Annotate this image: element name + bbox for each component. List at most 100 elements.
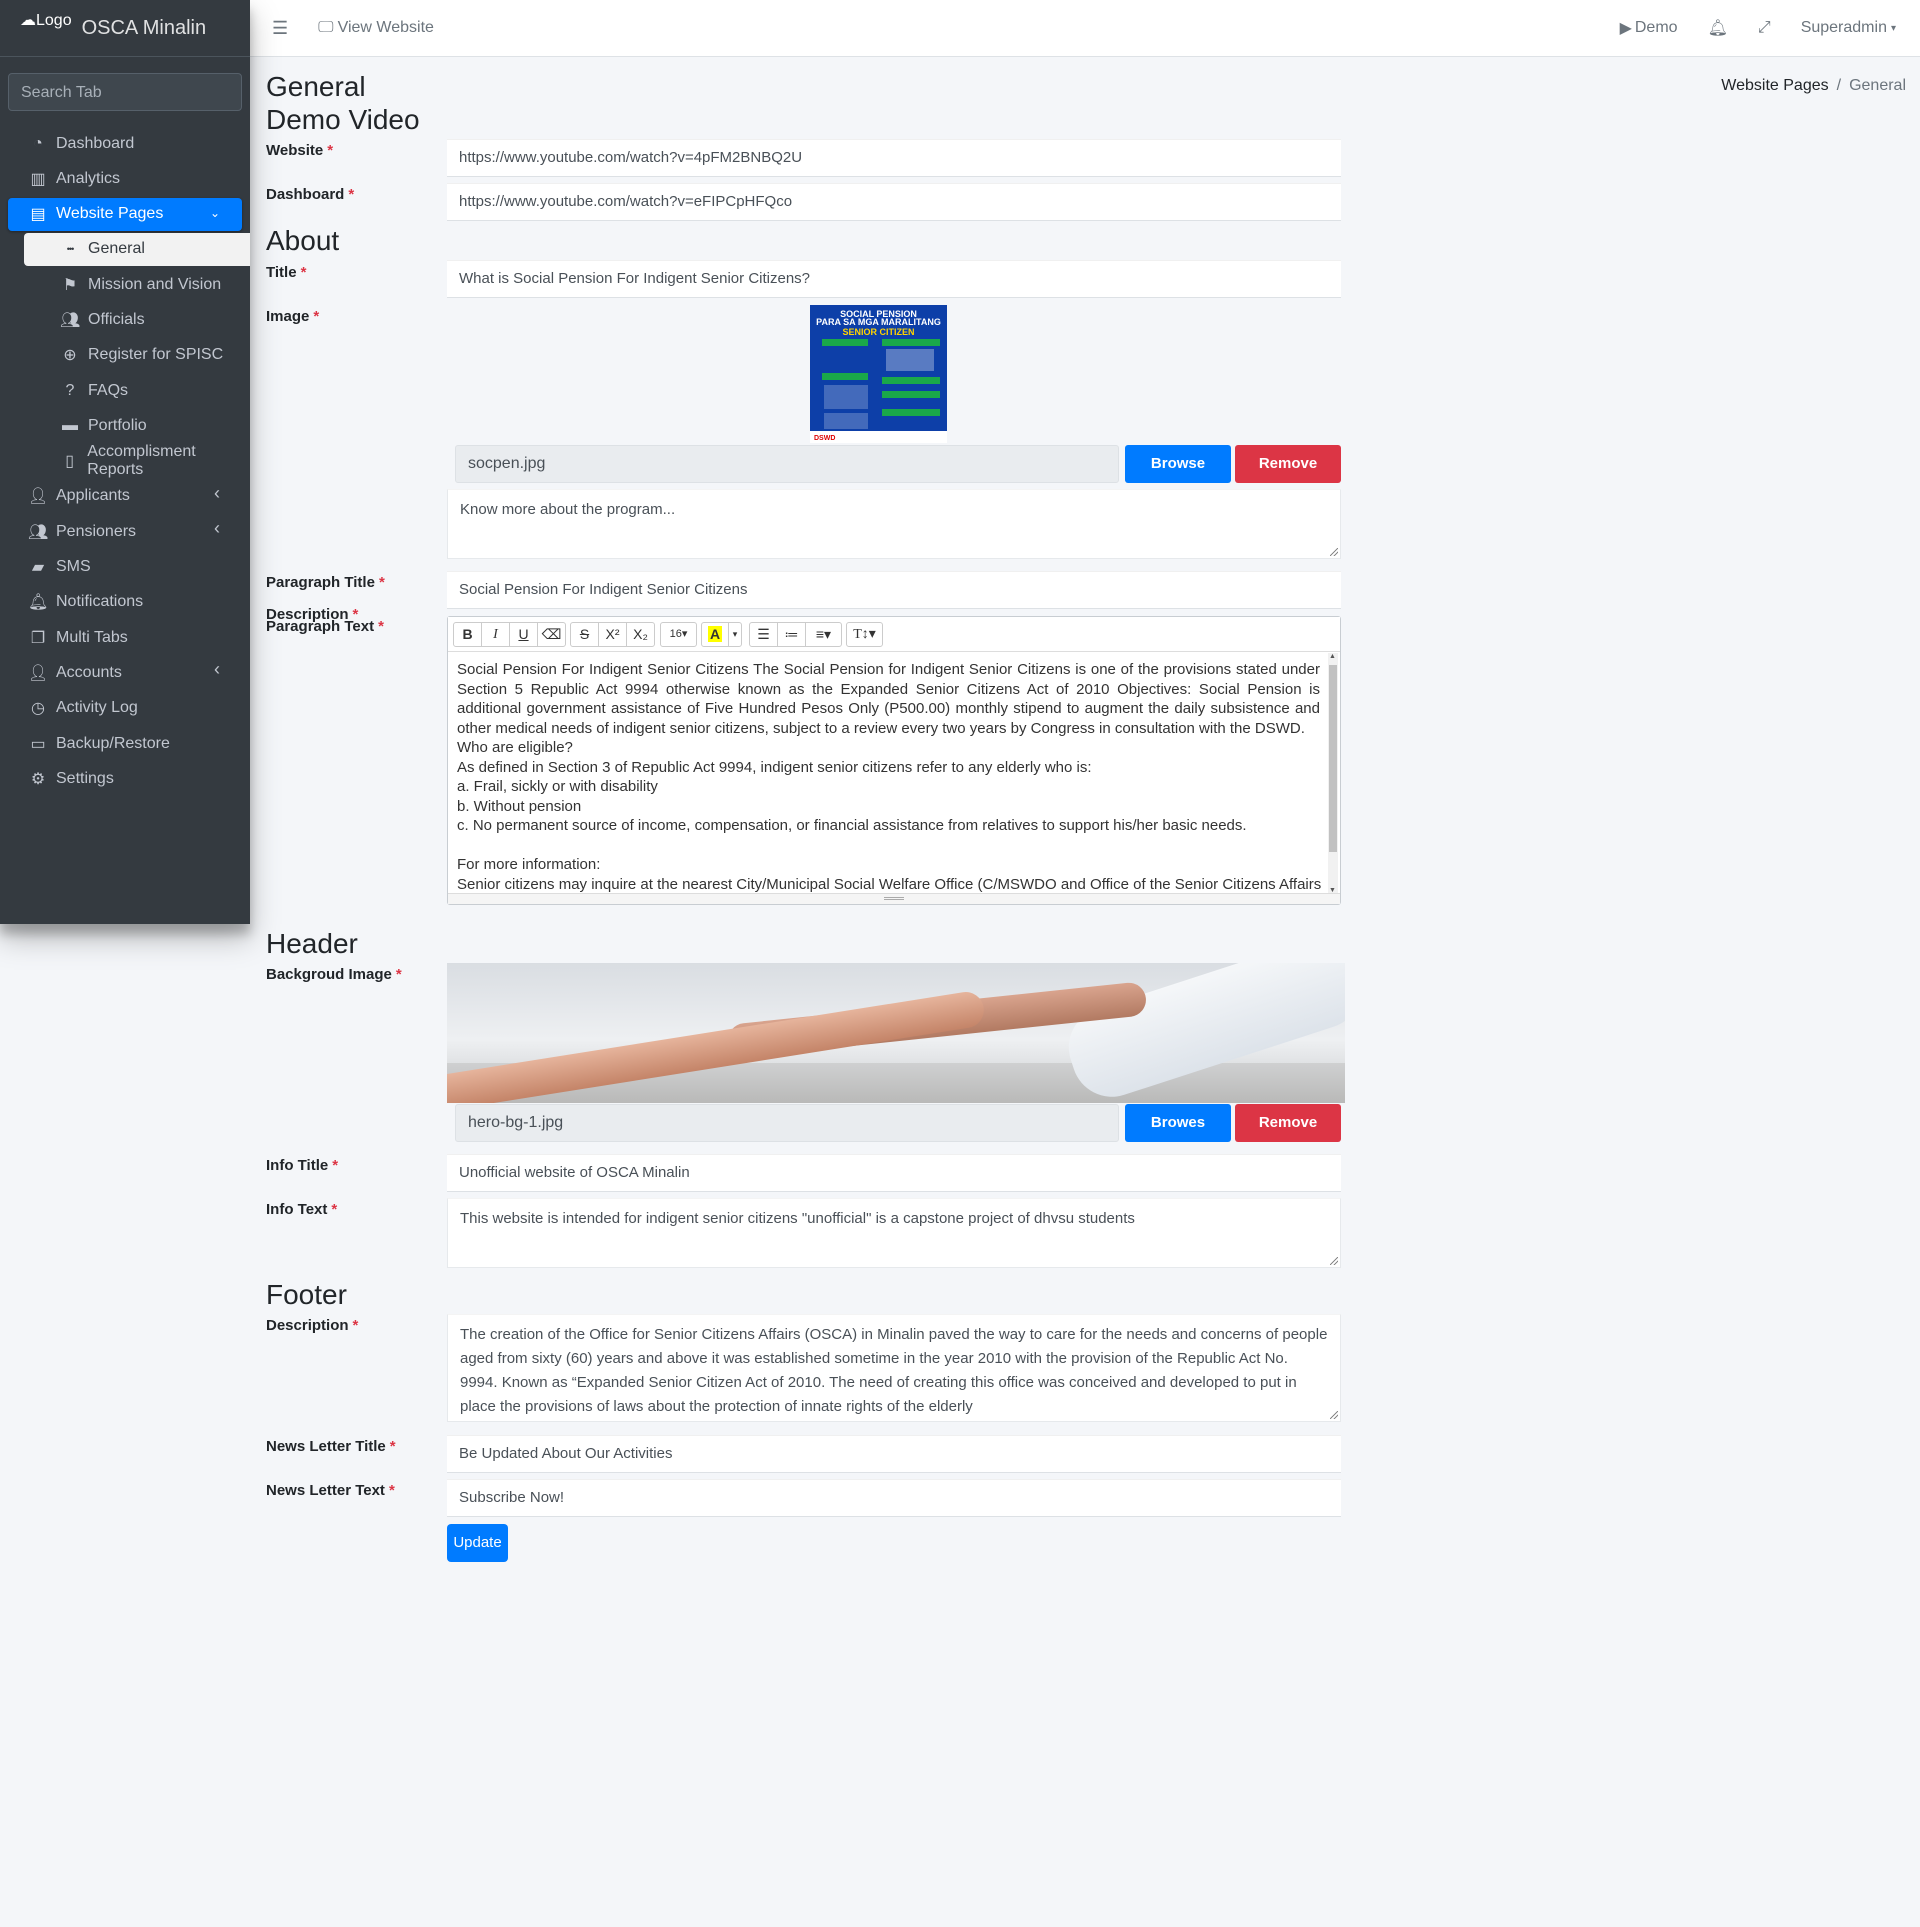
breadcrumb-item-website-pages[interactable]: Website Pages [1721, 77, 1828, 94]
chevron-left-icon: ‹ [214, 482, 220, 503]
desktop-icon: 🖵 [318, 19, 334, 36]
sidebar-item-label: SMS [56, 558, 91, 576]
sidebar-item-mission-and-vision[interactable]: ⚑ Mission and Vision [24, 268, 250, 301]
sidebar-item-pensioners[interactable]: 👥︎ Pensioners ‹ [8, 515, 242, 548]
info-title-input[interactable]: Unofficial website of OSCA Minalin [447, 1154, 1341, 1192]
question-circle-icon: ? [65, 381, 75, 399]
sidebar-item-label: Analytics [56, 169, 121, 187]
unordered-list-icon[interactable]: ☰ [749, 622, 778, 647]
sidebar-item-dashboard[interactable]: ◔ Dashboard [8, 127, 242, 160]
sidebar-item-website-pages[interactable]: ▤ Website Pages ⌄ [8, 197, 242, 231]
sidebar-search-input[interactable]: Search Tab [8, 73, 242, 111]
newsletter-text-input[interactable]: Subscribe Now! [447, 1479, 1341, 1517]
header-browse-button[interactable]: Browes [1125, 1104, 1231, 1142]
paragraph-title-label: Paragraph Title * [266, 574, 385, 591]
sidebar-item-label: Accomplisment Reports [87, 443, 196, 479]
sidebar-item-sms[interactable]: ▰ SMS [8, 551, 242, 584]
italic-icon[interactable]: I [481, 622, 510, 647]
info-text-textarea[interactable]: This website is intended for indigent se… [447, 1198, 1341, 1268]
sidebar-item-label: Website Pages [56, 205, 164, 223]
eraser-icon[interactable]: ⌫ [537, 622, 566, 647]
paragraph-line-7 [457, 836, 1320, 856]
color-caret-icon[interactable]: ▾ [728, 622, 742, 647]
bell-icon[interactable]: 🔔︎ [1708, 18, 1728, 38]
sidebar-item-portfolio[interactable]: ▬ Portfolio [24, 409, 250, 442]
website-video-input[interactable]: https://www.youtube.com/watch?v=4pFM2BNB… [447, 139, 1341, 177]
paragraph-title-input[interactable]: Social Pension For Indigent Senior Citiz… [447, 571, 1341, 609]
line-height-icon[interactable]: T↕▾ [846, 622, 883, 647]
font-size-dropdown[interactable]: 16▾ [660, 622, 697, 647]
sidebar-nav: ◔ Dashboard ▥ Analytics ▤ Website Pages ⌄ ••• Ge… [0, 119, 250, 795]
strikethrough-icon[interactable]: S [570, 622, 599, 647]
info-text-label: Info Text * [266, 1201, 338, 1218]
newsletter-title-input[interactable]: Be Updated About Our Activities [447, 1435, 1341, 1473]
sidebar-item-notifications[interactable]: 🔔︎ Notifications [8, 586, 242, 619]
chevron-left-icon: ‹ [214, 659, 220, 680]
paragraph-line-2: Who are eligible? [457, 739, 573, 756]
editor-resize-handle[interactable] [448, 893, 1340, 904]
ellipsis-icon: ••• [66, 244, 74, 255]
bell-icon: 🔔︎ [28, 594, 49, 612]
demo-link[interactable]: ▶ Demo [1620, 18, 1678, 38]
sidebar-item-label: Backup/Restore [56, 734, 170, 752]
view-website-link[interactable]: 🖵 View Website [318, 19, 434, 37]
dashboard-label: Dashboard * [266, 186, 355, 203]
sidebar-item-register-for-spisc[interactable]: ⊕ Register for SPISC [24, 339, 250, 372]
header-remove-button[interactable]: Remove [1235, 1104, 1341, 1142]
about-description-textarea[interactable]: Know more about the program... [447, 489, 1341, 559]
text-color-icon[interactable]: A [701, 622, 729, 647]
paragraph-align-icon[interactable]: ≡▾ [805, 622, 842, 647]
paragraph-text-editor[interactable]: B I U ⌫ S X² X₂ 16▾ A ▾ ☰ ≔ ≡▾ T↕▾ Socia… [447, 616, 1341, 905]
sidebar-item-label: Activity Log [56, 699, 138, 717]
sidebar-item-settings[interactable]: ⚙ Settings [8, 762, 242, 795]
about-title-input[interactable]: What is Social Pension For Indigent Seni… [447, 260, 1341, 298]
about-image-label: Image * [266, 308, 320, 325]
sidebar-item-accomplisment-reports[interactable]: ▯ Accomplisment Reports [24, 443, 250, 479]
user-dropdown[interactable]: Superadmin ▾ [1801, 19, 1896, 37]
paragraph-text-label: Paragraph Text * [266, 618, 384, 635]
sidebar-item-general[interactable]: ••• General [24, 232, 250, 266]
editor-scrollbar[interactable]: ▲ ▼ [1328, 653, 1338, 894]
editor-content[interactable]: Social Pension For Indigent Senior Citiz… [448, 652, 1340, 894]
sidebar-item-applicants[interactable]: 👤︎ Applicants ‹ [8, 480, 242, 513]
header-background-image [447, 963, 1345, 1103]
about-browse-button[interactable]: Browse [1125, 445, 1231, 483]
update-button[interactable]: Update [447, 1524, 508, 1562]
paragraph-line-5: b. Without pension [457, 797, 582, 815]
sidebar-item-accounts[interactable]: 👤︎ Accounts ‹ [8, 656, 242, 689]
view-website-label: View Website [337, 19, 434, 36]
dashboard-video-input[interactable]: https://www.youtube.com/watch?v=eFIPCpHF… [447, 183, 1341, 221]
underline-icon[interactable]: U [509, 622, 538, 647]
footer-description-textarea[interactable]: The creation of the Office for Senior Ci… [447, 1314, 1341, 1422]
sidebar-item-faqs[interactable]: ? FAQs [24, 374, 250, 407]
superscript-icon[interactable]: X² [598, 622, 627, 647]
subscript-icon[interactable]: X₂ [626, 622, 655, 647]
paragraph-line-6: c. No permanent source of income, compen… [457, 817, 1247, 834]
sidebar-item-officials[interactable]: 👥︎ Officials [24, 303, 250, 336]
about-image-filename[interactable]: socpen.jpg [455, 445, 1119, 483]
fullscreen-icon[interactable]: ⤢ [1758, 19, 1771, 37]
sidebar-item-label: FAQs [88, 381, 129, 399]
ordered-list-icon[interactable]: ≔ [777, 622, 806, 647]
page-title: General [266, 71, 366, 102]
users-icon: 👥︎ [60, 311, 81, 329]
sidebar-item-label: General [88, 240, 145, 258]
header-bg-label: Backgroud Image * [266, 966, 402, 983]
sidebar-item-label: Officials [88, 310, 145, 328]
sidebar-item-multi-tabs[interactable]: ❐ Multi Tabs [8, 621, 242, 654]
about-heading: About [266, 225, 340, 256]
hamburger-menu-icon[interactable]: ☰ [272, 18, 288, 39]
demo-video-heading: Demo Video [266, 104, 420, 135]
header-bg-filename[interactable]: hero-bg-1.jpg [455, 1104, 1119, 1142]
paragraph-line-8: For more information: [457, 856, 601, 873]
caret-down-icon: ▾ [1890, 22, 1896, 34]
sidebar-item-backup-restore[interactable]: ▭ Backup/Restore [8, 727, 242, 760]
brand-link[interactable]: ☁Logo OSCA Minalin [0, 0, 250, 57]
sidebar-item-activity-log[interactable]: ◷ Activity Log [8, 692, 242, 725]
bold-icon[interactable]: B [453, 622, 482, 647]
folder-icon: ▬ [62, 416, 78, 434]
plus-circle-icon: ⊕ [63, 347, 77, 365]
sidebar-item-analytics[interactable]: ▥ Analytics [8, 162, 242, 195]
about-remove-button[interactable]: Remove [1235, 445, 1341, 483]
sidebar-item-label: Settings [56, 769, 114, 787]
